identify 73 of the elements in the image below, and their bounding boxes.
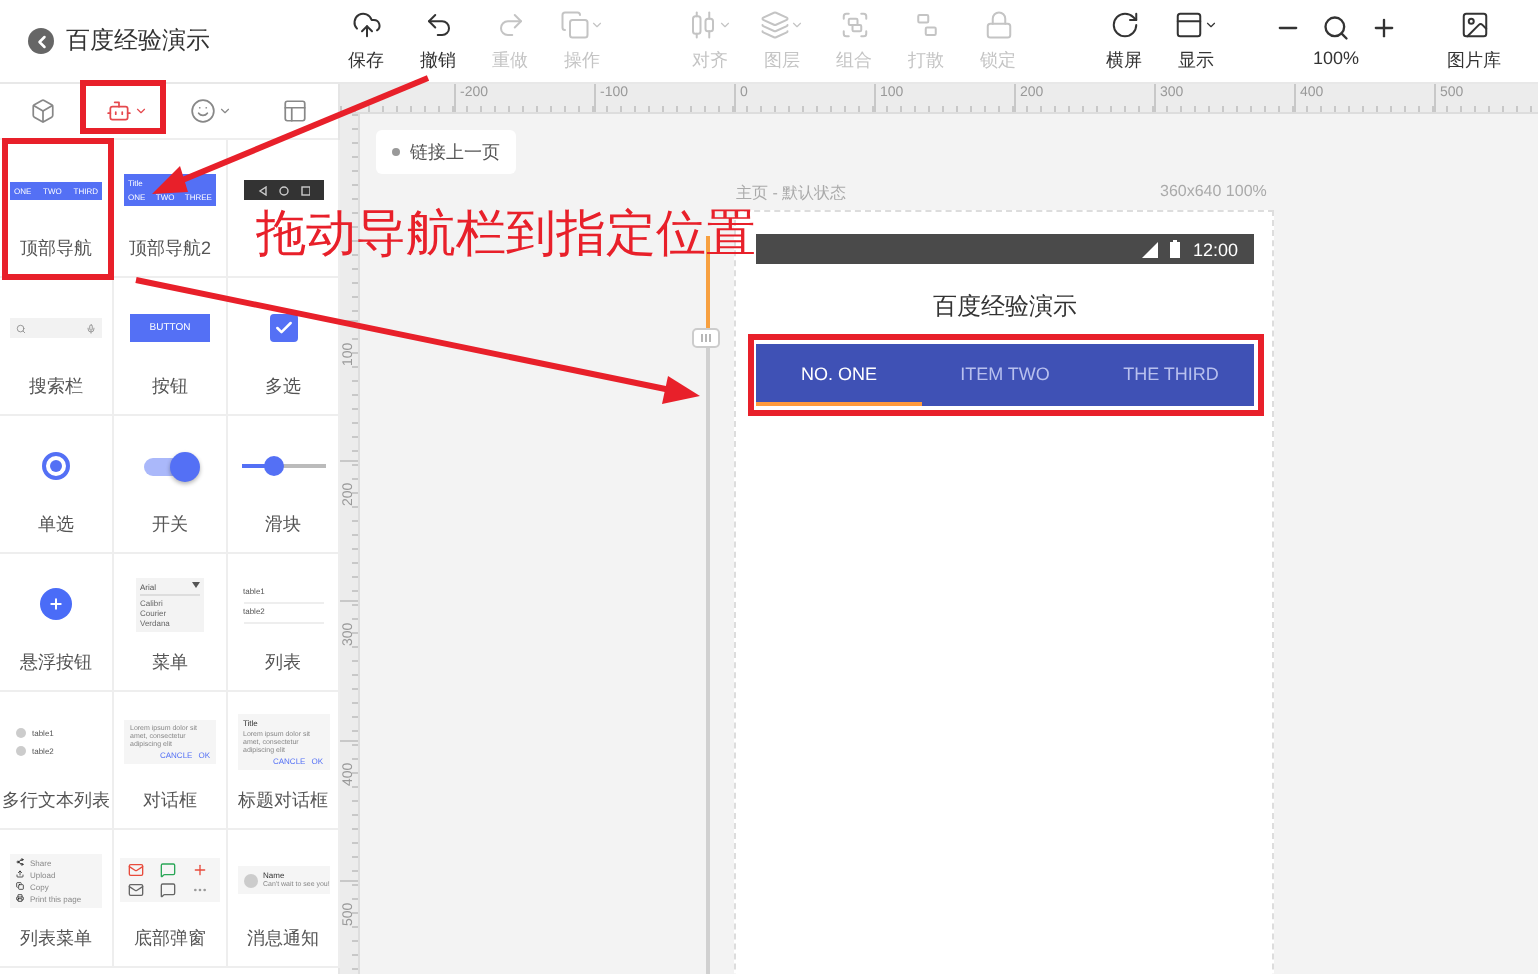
toolbar-button[interactable]: 保存 [330,3,402,79]
layers-icon [760,10,790,40]
menu-item-icon [16,882,24,890]
toolbar-button[interactable]: 显示 [1160,3,1232,79]
nav-buttons-icon [257,185,309,195]
floating-button-thumbnail [40,588,72,620]
undo-icon [423,10,453,40]
component-label[interactable]: 单选 [38,512,74,538]
panel-icon [1174,10,1204,40]
component-label[interactable]: 底部弹窗 [134,926,206,952]
page-label: 主页 - 默认状态 [736,182,847,204]
component-label[interactable]: 消息通知 [247,926,319,952]
menu-item-icon [16,858,24,866]
status-time: 12:00 [1192,239,1238,259]
battery-icon [1170,240,1181,258]
zoom-level: 100% [1312,48,1360,68]
app-icon [160,882,176,898]
component-label[interactable]: 开关 [152,512,188,538]
component-label[interactable]: 列表 [265,650,301,676]
menu-item-icon [16,870,24,878]
phone-title: 百度经验演示 [933,290,1077,324]
search-icon [16,323,26,333]
nav-tab[interactable]: THE THIRD [1088,344,1254,406]
component-label[interactable]: 多行文本列表 [2,788,110,814]
rotate-icon [1109,10,1139,40]
component-label[interactable]: 顶部导航2 [128,236,211,262]
guide-line [706,236,710,328]
component-label[interactable]: 菜单 [152,650,188,676]
component-label[interactable]: 搜索栏 [29,374,83,400]
group-icon [839,10,869,40]
component-label[interactable]: 列表菜单 [20,926,92,952]
cube-icon [29,98,56,124]
app-icon [160,862,176,878]
app-icon [192,862,208,878]
app-icon [128,862,144,878]
component-label[interactable]: 标题对话框 [238,788,328,814]
component-label[interactable]: 多选 [265,374,301,400]
back-button[interactable] [28,28,54,54]
avatar-icon [243,873,257,887]
toolbar-button[interactable]: 横屏 [1088,3,1160,79]
smiley-icon [190,98,217,124]
page-size-label: 360x640 100% [1160,182,1267,200]
nav-tab[interactable]: NO. ONE [756,344,922,406]
cloud-upload-icon [351,10,381,40]
annotation-text: 拖动导航栏到指定位置 [256,204,756,266]
nav-tab[interactable]: ITEM TWO [922,344,1088,406]
app-icon [128,882,144,898]
component-label[interactable]: 滑块 [265,512,301,538]
zoom-in-icon[interactable] [1370,14,1398,42]
robot-icon [105,98,132,124]
image-icon [1459,10,1489,40]
highlight-frame [80,80,166,134]
app-title: 百度经验演示 [66,24,210,58]
microphone-icon [86,323,96,333]
lock-icon [983,10,1013,40]
component-label[interactable]: 悬浮按钮 [20,650,92,676]
layout-icon [282,98,309,124]
highlight-frame [2,138,114,280]
redo-icon [495,10,525,40]
toolbar-button[interactable]: 图片库 [1438,3,1510,79]
search-icon[interactable] [1322,14,1350,42]
caret-icon [192,581,200,587]
toolbar-button[interactable]: 撤销 [402,3,474,79]
copy-icon [560,10,590,40]
component-label[interactable]: 对话框 [143,788,197,814]
component-label[interactable]: 顶部导航 [20,236,92,262]
link-previous-button[interactable]: 链接上一页 [376,130,516,174]
signal-icon [1142,241,1159,257]
align-icon [688,10,718,40]
component-label[interactable]: 按钮 [152,374,188,400]
ungroup-icon [911,10,941,40]
guide-handle-icon[interactable] [692,328,724,348]
menu-item-icon [16,894,24,902]
